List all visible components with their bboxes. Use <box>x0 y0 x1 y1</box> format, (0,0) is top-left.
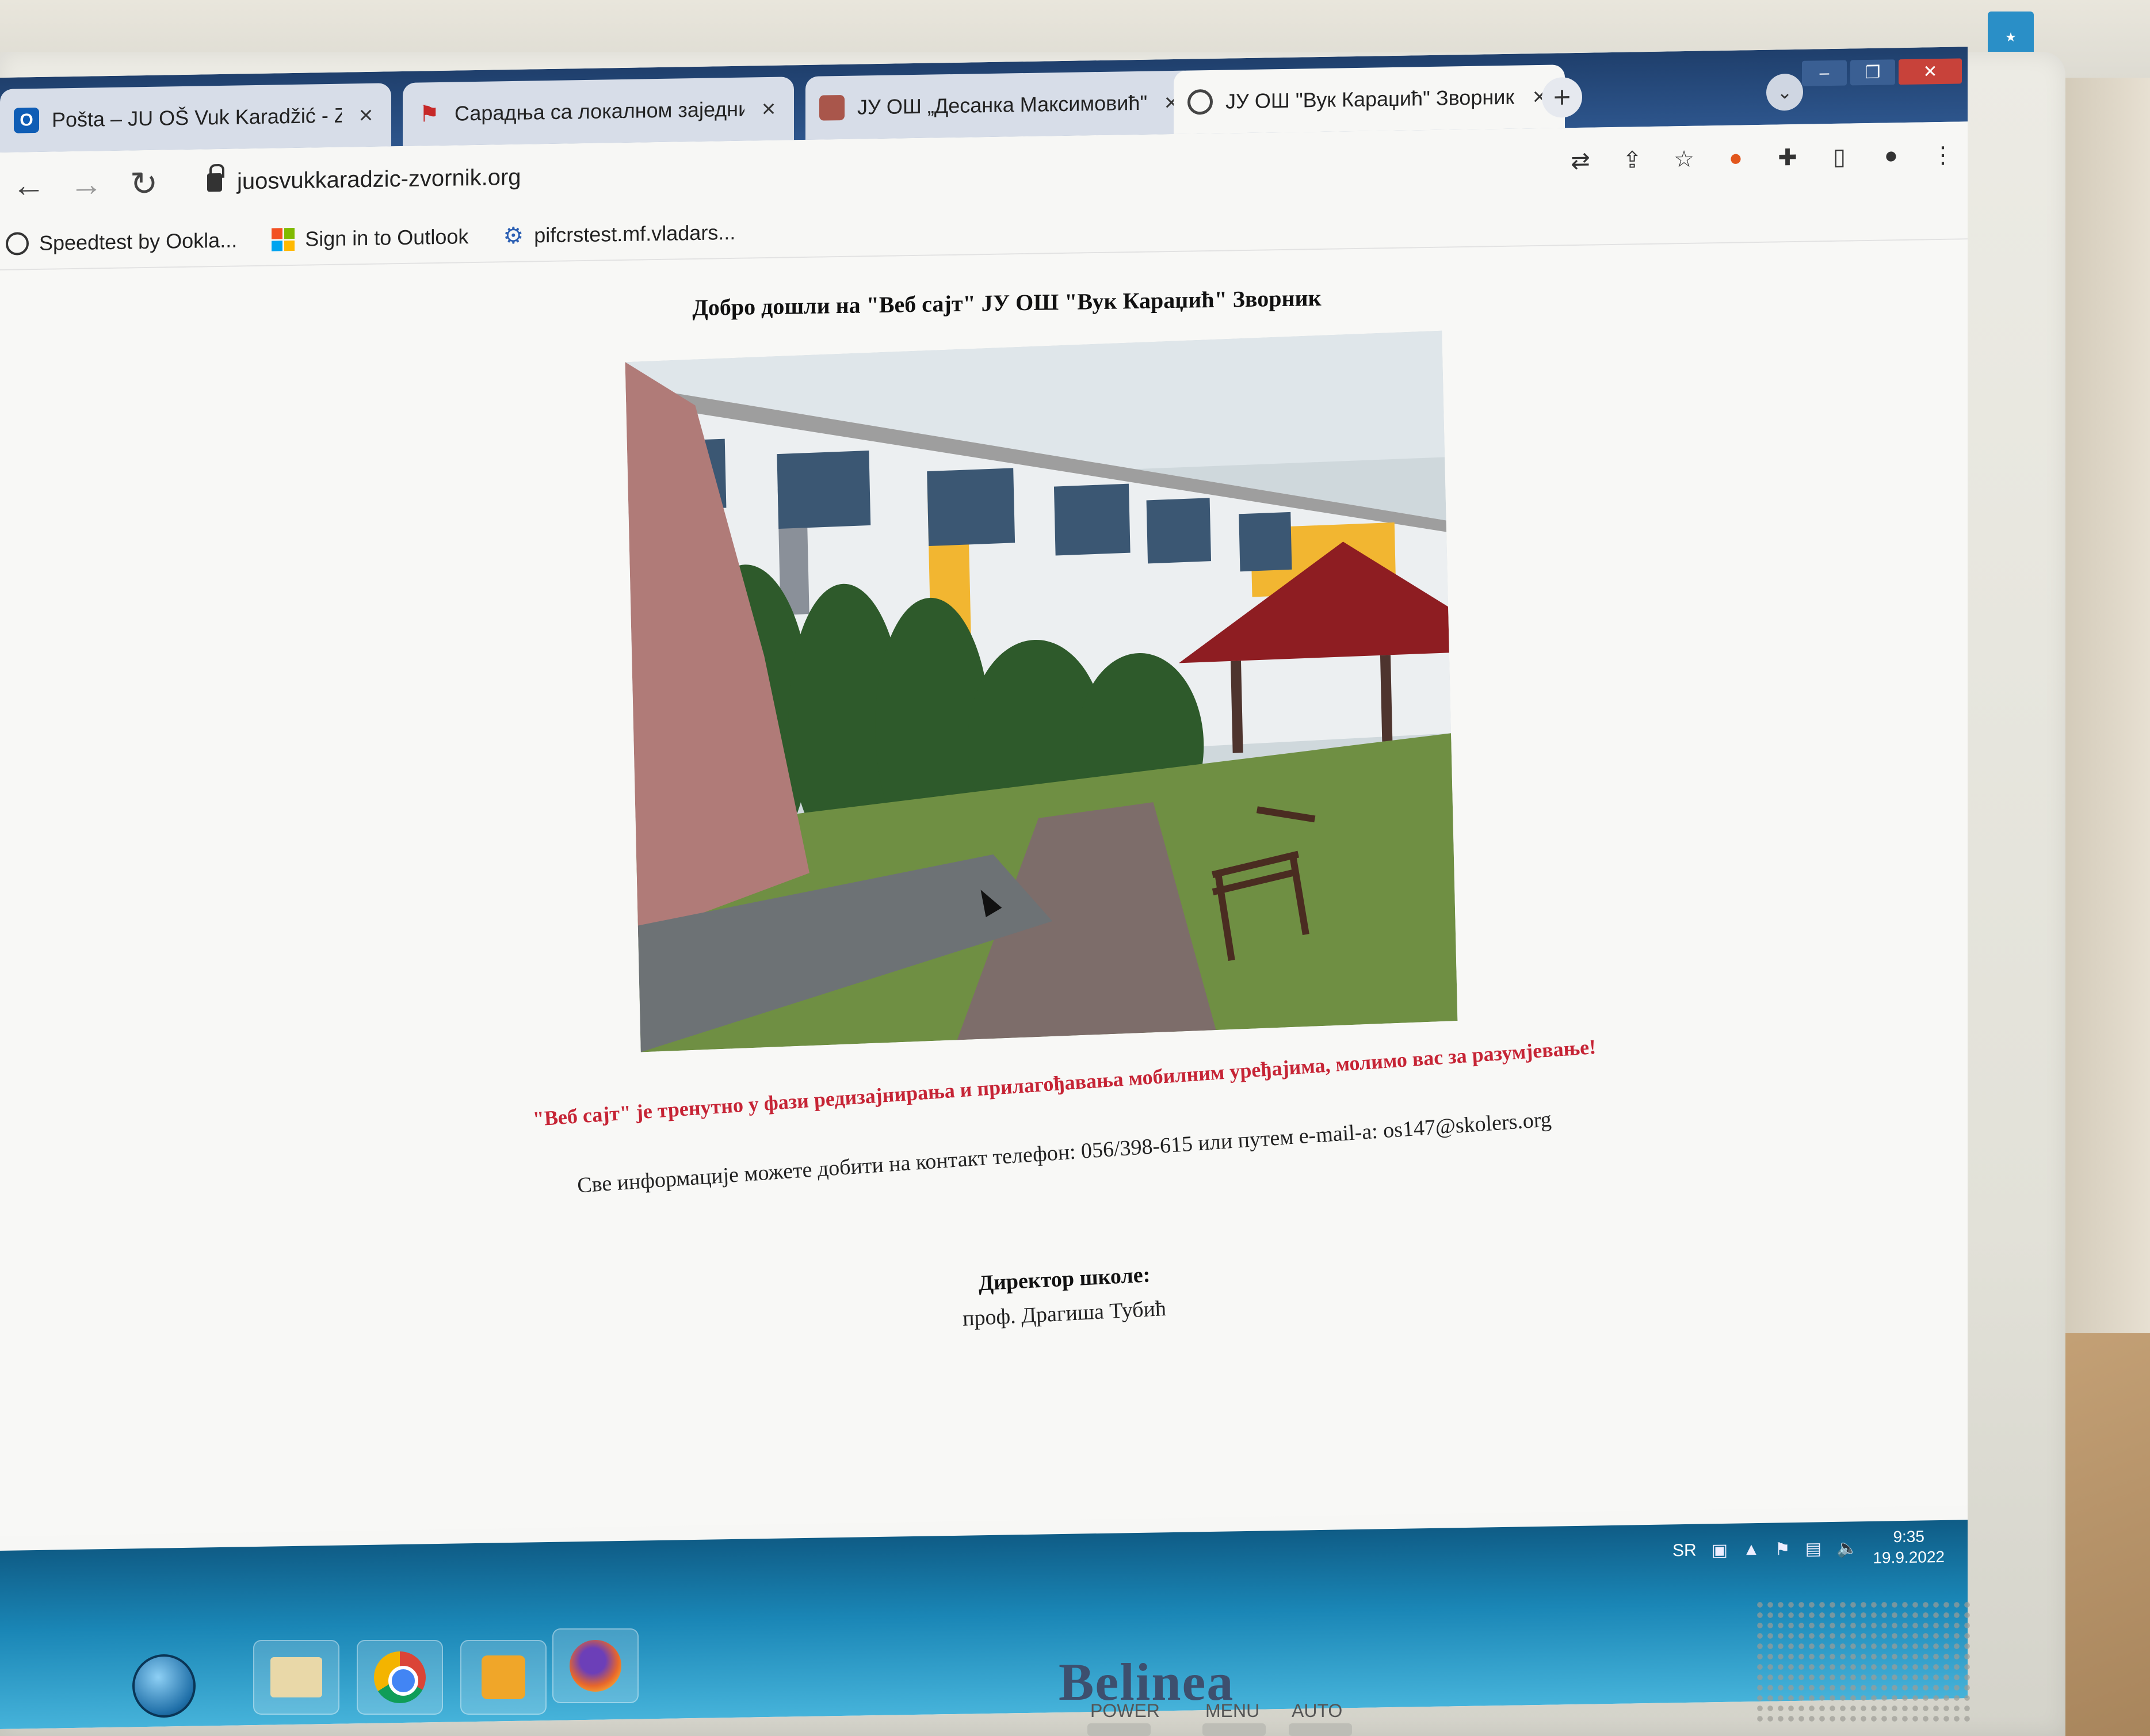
profile-icon[interactable]: ● <box>1878 143 1904 169</box>
auto-hw-button[interactable] <box>1289 1723 1352 1736</box>
web-page: Добро дошли на "Веб сајт" ЈУ ОШ "Вук Кар… <box>0 239 1968 1536</box>
keyboard-icon[interactable]: ▣ <box>1712 1540 1728 1561</box>
minimize-button[interactable]: – <box>1802 60 1847 86</box>
bookmark-label: Sign in to Outlook <box>305 224 469 251</box>
share-icon[interactable]: ⇪ <box>1619 147 1645 174</box>
bookmark-speedtest[interactable]: Speedtest by Ookla... <box>6 228 237 256</box>
window-controls: – ❐ ✕ <box>1802 58 1962 86</box>
power-label: POWER <box>1090 1700 1160 1721</box>
close-icon[interactable]: × <box>354 101 377 129</box>
tab-label: Сарадња са локалном заједниц <box>455 97 744 125</box>
extension-avast-icon[interactable]: ● <box>1723 145 1749 171</box>
speaker-grille <box>1755 1600 1973 1726</box>
image-favicon <box>819 94 845 121</box>
flag-icon[interactable]: ⚑ <box>1775 1539 1790 1559</box>
clock[interactable]: 9:35 19.9.2022 <box>1873 1526 1945 1569</box>
close-icon[interactable]: × <box>757 95 780 123</box>
back-icon[interactable]: ← <box>12 166 46 205</box>
puzzle-icon[interactable]: ✚ <box>1774 144 1801 171</box>
maximize-button[interactable]: ❐ <box>1850 59 1895 86</box>
menu-label: MENU <box>1205 1700 1260 1721</box>
system-tray: SR ▣ ▲ ⚑ ▤ 🔈 9:35 19.9.2022 <box>1672 1526 1945 1572</box>
tab-label: Pošta – JU OŠ Vuk Karadžić - Zvo <box>52 103 342 132</box>
language-indicator[interactable]: SR <box>1672 1541 1697 1561</box>
clock-date: 19.9.2022 <box>1873 1548 1945 1567</box>
menu-hw-button[interactable] <box>1202 1723 1266 1736</box>
volume-icon[interactable]: 🔈 <box>1836 1538 1858 1559</box>
firefox-icon <box>570 1640 621 1692</box>
outlook-icon: O <box>14 107 39 133</box>
tab-search-button[interactable]: ⌄ <box>1766 73 1803 111</box>
tab-posta[interactable]: O Pošta – JU OŠ Vuk Karadžić - Zvo × <box>0 83 391 152</box>
star-icon[interactable]: ☆ <box>1671 146 1697 173</box>
tab-vuk-karadzic[interactable]: ЈУ ОШ "Вук Караџић" Зворник × <box>1174 64 1565 134</box>
taskbar-media-player[interactable] <box>460 1640 547 1715</box>
side-panel-icon[interactable]: ▯ <box>1826 143 1853 170</box>
gear-icon: ⚙ <box>503 223 524 249</box>
bookmark-pifcrstest[interactable]: ⚙ pifcrstest.mf.vladars... <box>503 219 735 249</box>
url-text[interactable]: juosvukkaradzic-zvornik.org <box>237 165 521 195</box>
pin-icon: ⚑ <box>419 101 440 127</box>
bookmark-outlook[interactable]: Sign in to Outlook <box>272 224 468 251</box>
start-button[interactable] <box>132 1654 196 1718</box>
microsoft-icon <box>272 227 295 251</box>
forward-icon[interactable]: → <box>69 165 104 204</box>
chrome-icon <box>374 1651 426 1703</box>
tab-saradnja[interactable]: ⚑ Сарадња са локалном заједниц × <box>403 77 794 147</box>
media-player-icon <box>482 1655 525 1699</box>
bookmark-label: pifcrstest.mf.vladars... <box>534 220 736 247</box>
menu-kebab-icon[interactable]: ⋮ <box>1930 142 1956 169</box>
globe-icon <box>1187 89 1213 115</box>
screen: O Pošta – JU OŠ Vuk Karadžić - Zvo × ⚑ С… <box>0 47 1968 1729</box>
tab-desanka[interactable]: ЈУ ОШ „Десанка Максимовић" × <box>805 70 1197 140</box>
network-icon[interactable]: ▤ <box>1805 1539 1821 1559</box>
close-window-button[interactable]: ✕ <box>1899 58 1962 85</box>
address-bar[interactable]: juosvukkaradzic-zvornik.org <box>207 148 1544 196</box>
bookmark-label: Speedtest by Ookla... <box>39 228 238 255</box>
folder-icon <box>270 1657 322 1697</box>
taskbar-explorer[interactable] <box>253 1640 339 1715</box>
show-hidden-icons[interactable]: ▲ <box>1743 1540 1760 1559</box>
taskbar-chrome[interactable] <box>357 1640 443 1715</box>
translate-icon[interactable]: ⇄ <box>1567 147 1594 174</box>
speedtest-icon <box>6 232 29 255</box>
auto-label: AUTO <box>1292 1700 1343 1721</box>
toolbar-icons: ⇄ ⇪ ☆ ● ✚ ▯ ● ⋮ <box>1567 142 1956 174</box>
school-photo <box>625 330 1458 1052</box>
power-hw-button[interactable] <box>1087 1723 1151 1736</box>
taskbar-firefox[interactable] <box>552 1628 639 1703</box>
tab-label: ЈУ ОШ "Вук Караџић" Зворник <box>1225 85 1515 113</box>
reload-icon[interactable]: ↻ <box>127 163 161 203</box>
new-tab-button[interactable]: + <box>1542 77 1582 118</box>
tab-label: ЈУ ОШ „Десанка Максимовић" <box>857 90 1147 119</box>
page-title: Добро дошли на "Веб сајт" ЈУ ОШ "Вук Кар… <box>692 284 1322 321</box>
lock-icon[interactable] <box>207 173 222 192</box>
clock-time: 9:35 <box>1893 1527 1924 1546</box>
